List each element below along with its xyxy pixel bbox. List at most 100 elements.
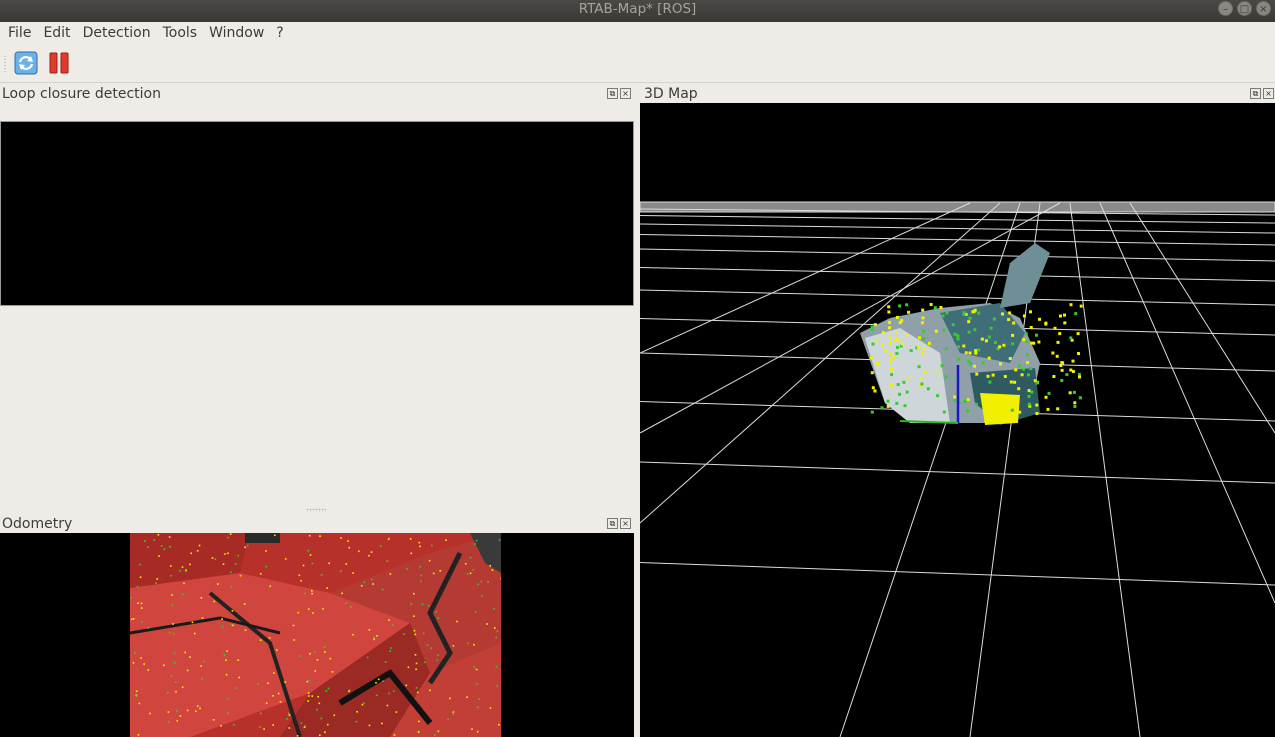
feature-point bbox=[953, 399, 957, 403]
feature-point bbox=[288, 714, 291, 716]
float-icon[interactable]: ⧉ bbox=[607, 518, 618, 529]
feature-point bbox=[377, 678, 380, 681]
feature-point bbox=[232, 624, 234, 627]
feature-point bbox=[265, 702, 268, 704]
feature-point bbox=[1053, 326, 1057, 330]
feature-point bbox=[200, 597, 203, 599]
feature-point bbox=[184, 570, 187, 573]
feature-point bbox=[223, 653, 226, 656]
toolbar-grip[interactable] bbox=[4, 55, 6, 73]
feature-point bbox=[363, 581, 366, 583]
menu-detection[interactable]: Detection bbox=[77, 22, 157, 45]
feature-point bbox=[977, 311, 981, 315]
feature-point bbox=[1078, 396, 1082, 400]
feature-point bbox=[1072, 390, 1076, 394]
feature-point bbox=[284, 558, 287, 560]
3d-map-dock-title: 3D Map bbox=[644, 86, 698, 102]
feature-point bbox=[279, 701, 282, 703]
grid-line bbox=[640, 267, 1275, 282]
float-icon[interactable]: ⧉ bbox=[1250, 88, 1261, 99]
feature-point bbox=[168, 536, 171, 538]
feature-point bbox=[476, 730, 479, 733]
3d-map-canvas bbox=[640, 201, 1275, 737]
3d-map-view[interactable] bbox=[640, 103, 1275, 737]
feature-point bbox=[1009, 380, 1013, 384]
feature-point bbox=[418, 720, 420, 723]
feature-point bbox=[257, 683, 259, 685]
feature-point bbox=[489, 564, 491, 567]
feature-point bbox=[956, 337, 960, 341]
feature-point bbox=[974, 402, 978, 406]
feature-point bbox=[880, 343, 884, 347]
close-icon[interactable]: × bbox=[1256, 1, 1271, 16]
feature-point bbox=[920, 382, 924, 386]
feature-point bbox=[296, 735, 299, 737]
menu-file[interactable]: File bbox=[2, 22, 37, 45]
menu-help[interactable]: ? bbox=[270, 22, 289, 45]
minimize-icon[interactable]: – bbox=[1218, 1, 1233, 16]
feature-point bbox=[956, 334, 960, 338]
feature-point bbox=[500, 577, 501, 580]
feature-point bbox=[268, 637, 271, 639]
feature-point bbox=[348, 690, 350, 693]
close-icon[interactable]: × bbox=[620, 518, 631, 529]
close-icon[interactable]: × bbox=[1263, 88, 1274, 99]
feature-point bbox=[921, 308, 925, 312]
feature-point bbox=[225, 673, 228, 676]
feature-point bbox=[341, 592, 343, 595]
feature-point bbox=[263, 728, 265, 730]
feature-point bbox=[1022, 338, 1026, 342]
feature-point bbox=[137, 734, 140, 736]
float-icon[interactable]: ⧉ bbox=[607, 88, 618, 99]
feature-point bbox=[964, 351, 968, 355]
feature-point bbox=[1008, 357, 1012, 360]
menu-edit[interactable]: Edit bbox=[37, 22, 76, 45]
feature-point bbox=[884, 349, 888, 353]
feature-point bbox=[284, 681, 286, 683]
feature-point bbox=[361, 703, 364, 706]
feature-point bbox=[198, 544, 201, 547]
dock-splitter-handle[interactable] bbox=[306, 508, 326, 512]
loop-closure-dock-title: Loop closure detection bbox=[2, 86, 161, 102]
feature-point bbox=[366, 656, 369, 659]
feature-point bbox=[350, 606, 352, 608]
feature-point bbox=[1069, 303, 1073, 307]
feature-point bbox=[888, 341, 892, 345]
refresh-icon[interactable] bbox=[14, 51, 38, 75]
feature-point bbox=[303, 726, 306, 729]
feature-point bbox=[307, 692, 310, 694]
feature-point bbox=[243, 603, 246, 605]
maximize-icon[interactable]: □ bbox=[1237, 1, 1252, 16]
feature-point bbox=[153, 539, 155, 541]
feature-point bbox=[873, 323, 877, 327]
feature-point bbox=[272, 695, 274, 697]
feature-point bbox=[1027, 394, 1031, 398]
feature-point bbox=[1079, 304, 1083, 308]
feature-point bbox=[437, 617, 440, 619]
feature-point bbox=[421, 603, 424, 606]
feature-point bbox=[156, 578, 158, 580]
feature-point bbox=[143, 663, 145, 665]
feature-point bbox=[464, 562, 467, 565]
feature-point bbox=[420, 574, 423, 577]
feature-point bbox=[984, 339, 988, 343]
feature-point bbox=[900, 319, 904, 323]
feature-point bbox=[405, 684, 408, 687]
feature-point bbox=[1073, 405, 1077, 408]
feature-point bbox=[172, 623, 174, 625]
feature-point bbox=[414, 654, 417, 656]
feature-point bbox=[974, 351, 978, 355]
feature-point bbox=[456, 620, 458, 623]
feature-point bbox=[1011, 333, 1015, 337]
feature-point bbox=[871, 386, 875, 390]
menu-window[interactable]: Window bbox=[203, 22, 270, 45]
feature-point bbox=[988, 380, 992, 384]
feature-point bbox=[898, 392, 902, 396]
feature-point bbox=[304, 592, 306, 595]
close-icon[interactable]: × bbox=[620, 88, 631, 99]
feature-point bbox=[293, 639, 295, 641]
feature-point bbox=[1037, 340, 1041, 344]
menu-tools[interactable]: Tools bbox=[157, 22, 204, 45]
feature-point bbox=[234, 687, 237, 689]
pause-icon[interactable] bbox=[47, 51, 71, 75]
